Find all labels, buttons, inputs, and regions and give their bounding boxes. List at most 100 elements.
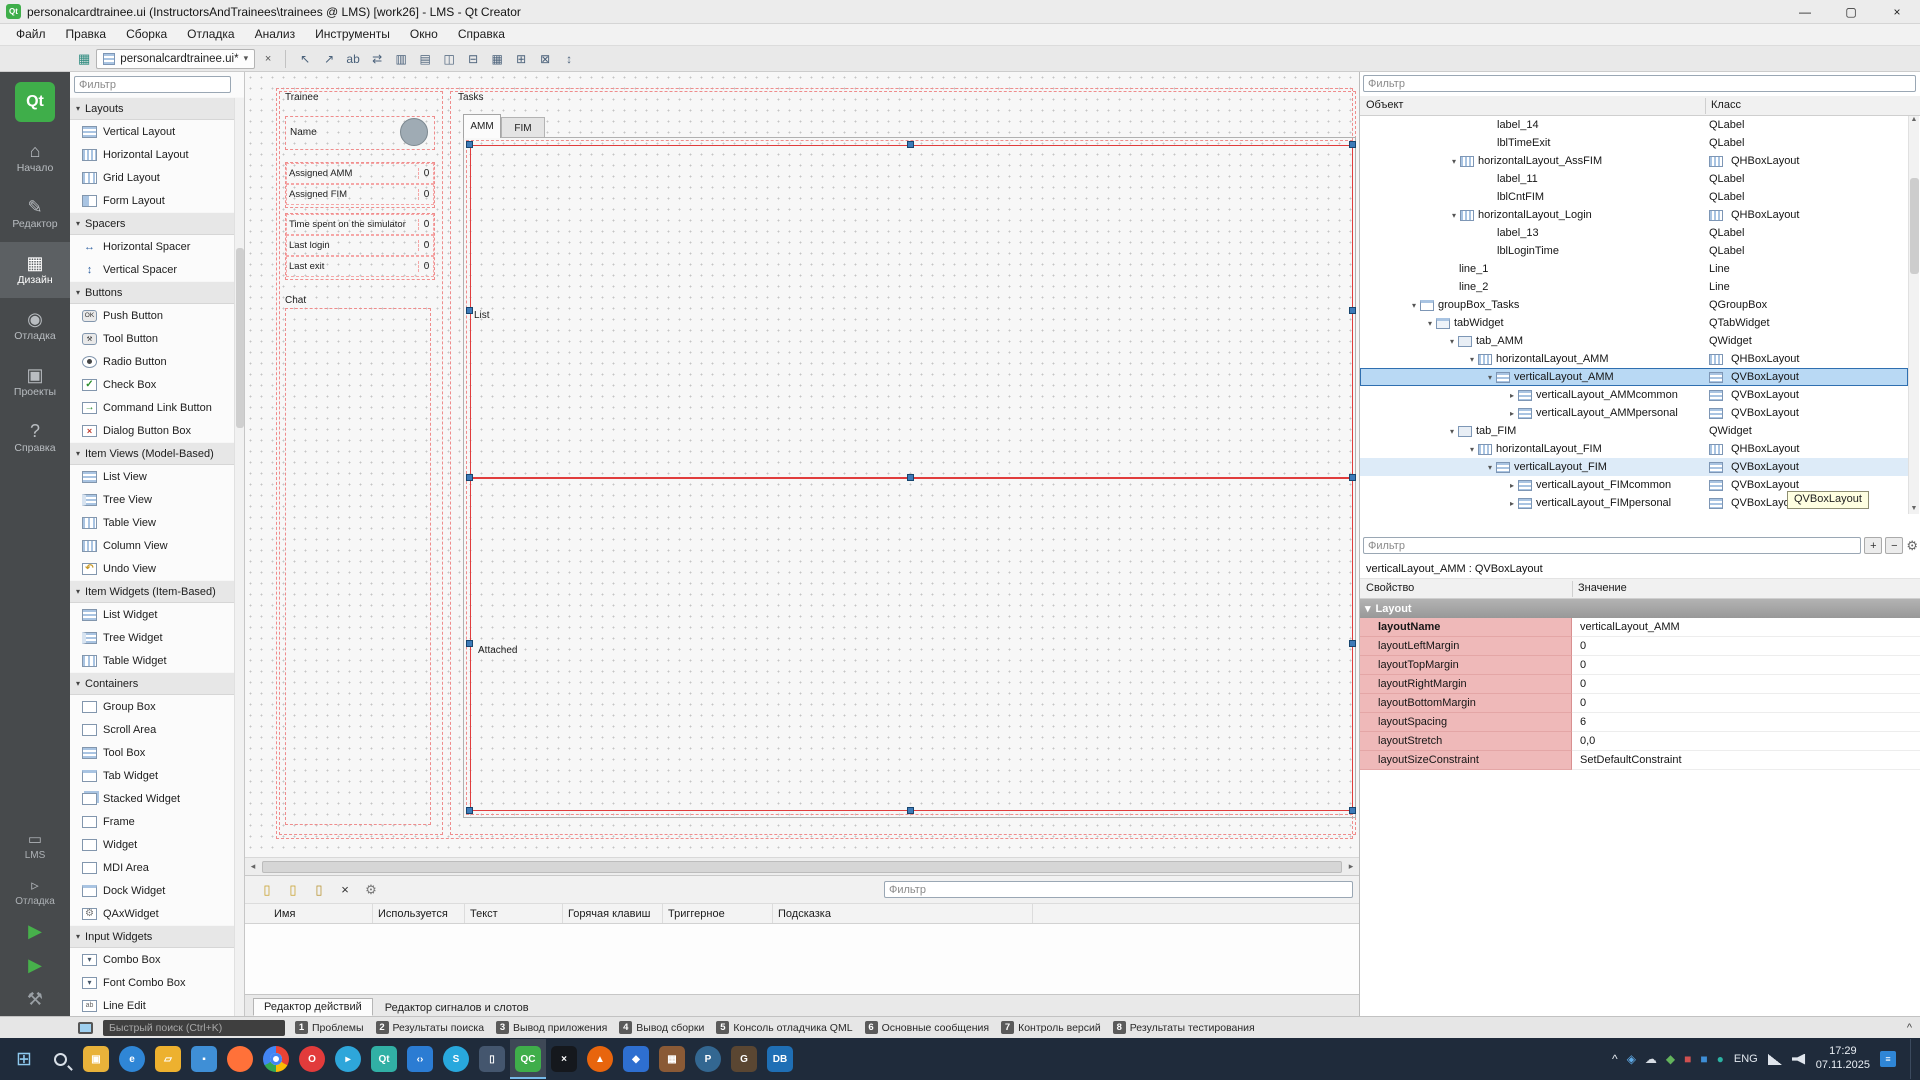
- widget-box-item[interactable]: ✓ Check Box: [70, 373, 244, 396]
- qt-tool-icon[interactable]: Qt: [366, 1039, 402, 1079]
- folder-icon[interactable]: ▱: [150, 1039, 186, 1079]
- collapse-all-button[interactable]: −: [1885, 537, 1903, 554]
- form-field-row[interactable]: Assigned AMM 0: [286, 163, 434, 184]
- break-layout-icon[interactable]: ⊠: [534, 48, 556, 70]
- list-label[interactable]: List: [474, 310, 490, 321]
- taskbar-clock[interactable]: 17:29 07.11.2025: [1816, 1045, 1870, 1073]
- vlc-icon[interactable]: ▲: [582, 1039, 618, 1079]
- start-button[interactable]: ⊞: [6, 1039, 42, 1079]
- value-column-header[interactable]: Значение: [1578, 582, 1627, 594]
- widget-box-item[interactable]: List View: [70, 465, 244, 488]
- widget-box-item[interactable]: Radio Button: [70, 350, 244, 373]
- action-filter-input[interactable]: [884, 881, 1353, 898]
- configure-actions-button[interactable]: ⚙: [361, 880, 381, 900]
- tree-expand-icon[interactable]: ▾: [1448, 157, 1460, 166]
- selection-handle[interactable]: [1349, 807, 1356, 814]
- layout-grid-icon[interactable]: ⊞: [510, 48, 532, 70]
- action-column-header[interactable]: Подсказка: [773, 904, 1033, 923]
- menu-item[interactable]: Правка: [56, 24, 117, 45]
- object-inspector-scrollbar[interactable]: ▲▼: [1908, 116, 1919, 514]
- telegram-icon[interactable]: ▸: [330, 1039, 366, 1079]
- property-value[interactable]: 0: [1572, 637, 1920, 656]
- data-studio-icon[interactable]: DB: [762, 1039, 798, 1079]
- object-tree-row[interactable]: ▾ verticalLayout_FIM QVBoxLayout: [1360, 458, 1908, 476]
- close-document-icon[interactable]: ×: [259, 50, 277, 68]
- volume-icon[interactable]: [1792, 1054, 1806, 1065]
- widget-category-header[interactable]: ▾ Spacers: [70, 212, 244, 235]
- postgresql-icon[interactable]: P: [690, 1039, 726, 1079]
- tree-expand-icon[interactable]: ▾: [1448, 211, 1460, 220]
- widget-category-header[interactable]: ▾ Buttons: [70, 281, 244, 304]
- layout-form-icon[interactable]: ▦: [486, 48, 508, 70]
- tray-expand-icon[interactable]: ^: [1612, 1053, 1618, 1065]
- output-pane-button[interactable]: 2 Результаты поиска: [376, 1021, 485, 1034]
- widget-category-header[interactable]: ▾ Containers: [70, 672, 244, 695]
- widget-box-item[interactable]: Frame: [70, 810, 244, 833]
- widget-box-item[interactable]: Tree Widget: [70, 626, 244, 649]
- selection-handle[interactable]: [466, 640, 473, 647]
- chat-label[interactable]: Chat: [285, 295, 306, 306]
- run-button[interactable]: ▶: [0, 914, 70, 948]
- form-field-row[interactable]: Assigned FIM 0: [286, 184, 434, 205]
- field-value[interactable]: 0: [418, 219, 434, 230]
- delete-action-button[interactable]: ×: [335, 880, 355, 900]
- object-tree-row[interactable]: label_11 QLabel: [1360, 170, 1908, 188]
- scrollbar-thumb[interactable]: [262, 861, 1342, 873]
- field-label[interactable]: Assigned FIM: [286, 189, 418, 200]
- widget-box-item[interactable]: Table Widget: [70, 649, 244, 672]
- object-tree-row[interactable]: line_2 Line: [1360, 278, 1908, 296]
- output-pane-button[interactable]: 5 Консоль отладчика QML: [716, 1021, 852, 1034]
- bluetooth-icon[interactable]: ◈: [1627, 1053, 1636, 1065]
- property-value[interactable]: 0,0: [1572, 732, 1920, 751]
- cpu-tool-icon[interactable]: ▦: [654, 1039, 690, 1079]
- mode-item[interactable]: ✎ Редактор: [0, 186, 70, 242]
- property-row[interactable]: layoutSizeConstraint SetDefaultConstrain…: [1360, 751, 1920, 770]
- property-filter-input[interactable]: [1363, 537, 1861, 554]
- tree-expand-icon[interactable]: ▾: [1446, 337, 1458, 346]
- selection-handle[interactable]: [1349, 141, 1356, 148]
- git-app-icon[interactable]: G: [726, 1039, 762, 1079]
- output-pane-button[interactable]: 3 Вывод приложения: [496, 1021, 607, 1034]
- object-tree-row[interactable]: lblLoginTime QLabel: [1360, 242, 1908, 260]
- tree-expand-icon[interactable]: ▸: [1506, 481, 1518, 490]
- onedrive-icon[interactable]: ☁: [1645, 1053, 1657, 1065]
- widget-box-item[interactable]: OK Push Button: [70, 304, 244, 327]
- mode-item[interactable]: ▣ Проекты: [0, 354, 70, 410]
- action-column-header[interactable]: Горячая клавиш: [563, 904, 663, 923]
- selection-handle[interactable]: [466, 807, 473, 814]
- close-button[interactable]: ×: [1874, 0, 1920, 23]
- tree-expand-icon[interactable]: ▾: [1466, 445, 1478, 454]
- widget-box-item[interactable]: ab Line Edit: [70, 994, 244, 1016]
- adjust-size-icon[interactable]: ↕: [558, 48, 580, 70]
- class-column-header[interactable]: Класс: [1711, 99, 1741, 111]
- property-value[interactable]: 0: [1572, 694, 1920, 713]
- action-column-header[interactable]: Имя: [269, 904, 373, 923]
- selection-handle[interactable]: [466, 141, 473, 148]
- paste-action-button[interactable]: ▯: [309, 880, 329, 900]
- object-tree-row[interactable]: ▾ horizontalLayout_FIM QHBoxLayout: [1360, 440, 1908, 458]
- phone-link-icon[interactable]: ▯: [474, 1039, 510, 1079]
- object-tree-row[interactable]: ▾ groupBox_Tasks QGroupBox: [1360, 296, 1908, 314]
- output-pane-button[interactable]: 8 Результаты тестирования: [1113, 1021, 1255, 1034]
- edit-widgets-icon[interactable]: ↖: [294, 48, 316, 70]
- property-row[interactable]: layoutName verticalLayout_AMM: [1360, 618, 1920, 637]
- selection-handle[interactable]: [907, 141, 914, 148]
- trainee-group-title[interactable]: Trainee: [285, 92, 319, 103]
- firefox-icon[interactable]: [222, 1039, 258, 1079]
- attached-label[interactable]: Attached: [478, 645, 517, 656]
- widget-box-item[interactable]: Stacked Widget: [70, 787, 244, 810]
- object-tree-row[interactable]: ▾ tab_AMM QWidget: [1360, 332, 1908, 350]
- maximize-button[interactable]: ▢: [1828, 0, 1874, 23]
- name-label[interactable]: Name: [290, 127, 317, 138]
- object-tree-row[interactable]: lblCntFIM QLabel: [1360, 188, 1908, 206]
- tab-amm[interactable]: AMM: [463, 114, 501, 138]
- vertical-layout-amm-common[interactable]: List: [470, 145, 1353, 478]
- selection-handle[interactable]: [1349, 307, 1356, 314]
- tree-expand-icon[interactable]: ▾: [1424, 319, 1436, 328]
- widget-box-item[interactable]: MDI Area: [70, 856, 244, 879]
- widget-box-item[interactable]: Table View: [70, 511, 244, 534]
- qt-creator-icon[interactable]: QC: [510, 1039, 546, 1079]
- save-tool-icon[interactable]: ▪: [186, 1039, 222, 1079]
- property-value[interactable]: verticalLayout_AMM: [1572, 618, 1920, 637]
- quick-search-input[interactable]: [103, 1020, 285, 1036]
